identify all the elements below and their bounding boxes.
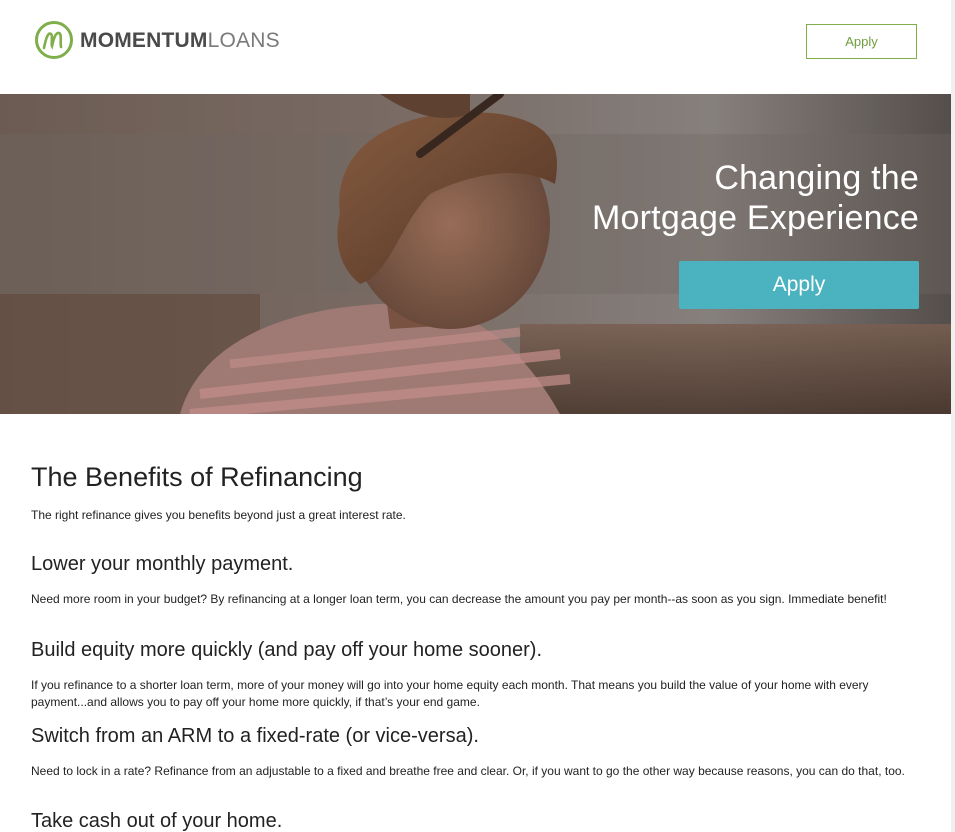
hero-apply-button[interactable]: Apply [679, 261, 919, 309]
hero-background-image [0, 94, 951, 414]
site-header: MOMENTUMLOANS Apply [0, 0, 951, 94]
benefit-text: Need more room in your budget? By refina… [31, 592, 887, 606]
logo-wordmark-bold: MOMENTUM [80, 28, 208, 52]
logo-wordmark-light: LOANS [207, 28, 280, 52]
momentum-loans-logo[interactable]: MOMENTUMLOANS [34, 19, 280, 61]
hero-title-line-1: Changing the [714, 159, 919, 197]
hero-title: Changing the Mortgage Experience [592, 158, 919, 238]
logo-wordmark: MOMENTUMLOANS [80, 30, 280, 51]
benefit-text: If you refinance to a shorter loan term,… [31, 678, 869, 709]
momentum-logo-icon [35, 21, 73, 59]
benefit-title: Switch from an ARM to a fixed-rate (or v… [31, 725, 479, 747]
benefit-text: Need to lock in a rate? Refinance from a… [31, 764, 905, 778]
header-apply-button[interactable]: Apply [806, 24, 917, 59]
hero-title-line-2: Mortgage Experience [592, 199, 919, 237]
benefit-title: Lower your monthly payment. [31, 553, 294, 575]
benefit-title: Build equity more quickly (and pay off y… [31, 639, 543, 661]
benefits-title: The Benefits of Refinancing [31, 462, 363, 492]
scrollbar-track[interactable] [951, 0, 955, 832]
benefits-intro: The right refinance gives you benefits b… [31, 508, 406, 522]
benefit-title: Take cash out of your home. [31, 810, 283, 832]
page: MOMENTUMLOANS Apply Changing the Mortgag… [0, 0, 955, 832]
hero-banner: Changing the Mortgage Experience Apply [0, 94, 951, 414]
